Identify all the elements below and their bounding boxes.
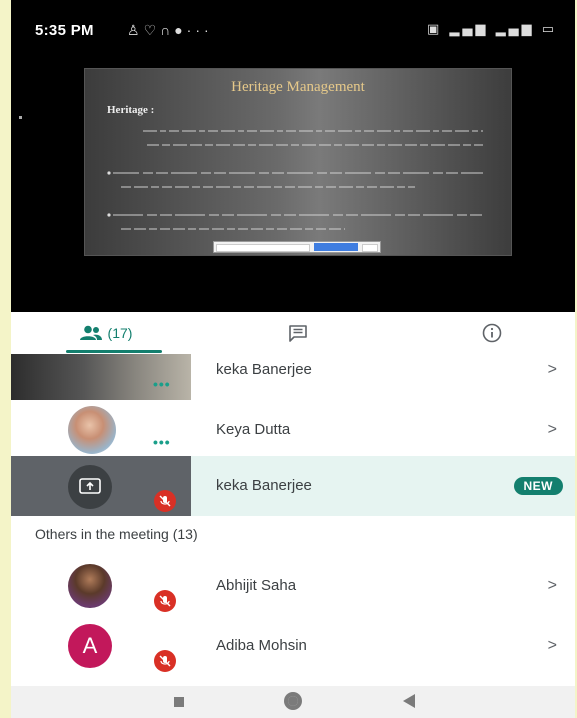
participant-name: Abhijit Saha (216, 577, 297, 594)
others-section-title: Others in the meeting (13) (35, 526, 198, 542)
participant-list: ••• keka Banerjee > ••• Keya Dutta > kek… (11, 354, 575, 686)
slide-subtitle: Heritage : (107, 104, 155, 116)
battery-icon: ▭ (541, 22, 557, 37)
chevron-right-icon: > (547, 361, 557, 378)
tab-chat[interactable] (273, 312, 323, 354)
slide-toolbar (213, 241, 381, 253)
notification-icon: ♙ (127, 22, 144, 38)
chevron-right-icon: > (547, 637, 557, 654)
tab-info[interactable] (467, 312, 517, 354)
speaking-indicator-icon: ••• (153, 434, 171, 450)
notification-icons: ♙♡∩●··· (127, 22, 213, 39)
participant-name: keka Banerjee (216, 361, 312, 378)
speaking-indicator-icon: ••• (153, 376, 171, 392)
screen-share-icon (79, 478, 101, 494)
mic-off-icon (154, 490, 176, 512)
participant-row[interactable]: ••• keka Banerjee > (11, 354, 575, 400)
presentation-slide: Heritage Management Heritage : (84, 68, 512, 256)
participant-name: Adiba Mohsin (216, 637, 307, 654)
participant-row[interactable]: keka Banerjee NEW (11, 456, 575, 516)
presentation-video[interactable]: Heritage Management Heritage : (11, 60, 575, 312)
info-icon (482, 323, 502, 343)
avatar (68, 564, 112, 608)
tab-active-indicator (66, 350, 162, 353)
back-icon[interactable] (403, 694, 415, 708)
signal-icon: ▂▄▆ (449, 22, 489, 37)
avatar-letter: A (82, 633, 98, 658)
system-nav-bar (11, 686, 575, 718)
people-icon (79, 325, 102, 340)
system-icons: ▣ ▂▄▆ ▂▄▆ ▭ (427, 22, 557, 37)
new-badge: NEW (513, 477, 563, 495)
participant-name: Keya Dutta (216, 421, 291, 438)
mic-off-icon (154, 590, 176, 612)
avatar: A (68, 624, 112, 668)
mic-off-icon (154, 650, 176, 672)
whatsapp-icon: ● (174, 22, 187, 38)
participant-row[interactable]: A Adiba Mohsin > (11, 616, 575, 676)
more-icon: ··· (186, 22, 213, 38)
participant-row[interactable]: Abhijit Saha > (11, 556, 575, 616)
status-time: 5:35 PM (35, 22, 94, 39)
slide-title: Heritage Management (231, 79, 365, 95)
alarm-icon: ♡ (143, 22, 161, 38)
avatar (68, 406, 116, 454)
phone-screen: 5:35 PM ♙♡∩●··· ▣ ▂▄▆ ▂▄▆ ▭ Heritage Man… (11, 0, 575, 718)
status-bar: 5:35 PM ♙♡∩●··· ▣ ▂▄▆ ▂▄▆ ▭ (11, 0, 575, 60)
recents-icon[interactable] (174, 697, 184, 707)
tab-people[interactable]: (17) (51, 312, 161, 354)
chat-icon (289, 325, 307, 342)
video-indicator (19, 116, 22, 119)
headset-icon: ∩ (160, 22, 175, 38)
participant-name: keka Banerjee (216, 477, 312, 494)
signal-icon: ▂▄▆ (495, 22, 535, 37)
people-count: (17) (107, 325, 133, 341)
sim-icon: ▣ (426, 22, 443, 37)
chevron-right-icon: > (547, 577, 557, 594)
avatar (68, 465, 112, 509)
slide-body-text (107, 130, 483, 230)
chevron-right-icon: > (547, 421, 557, 438)
participant-row[interactable]: ••• Keya Dutta > (11, 400, 575, 460)
meeting-tabs: (17) (11, 312, 575, 355)
